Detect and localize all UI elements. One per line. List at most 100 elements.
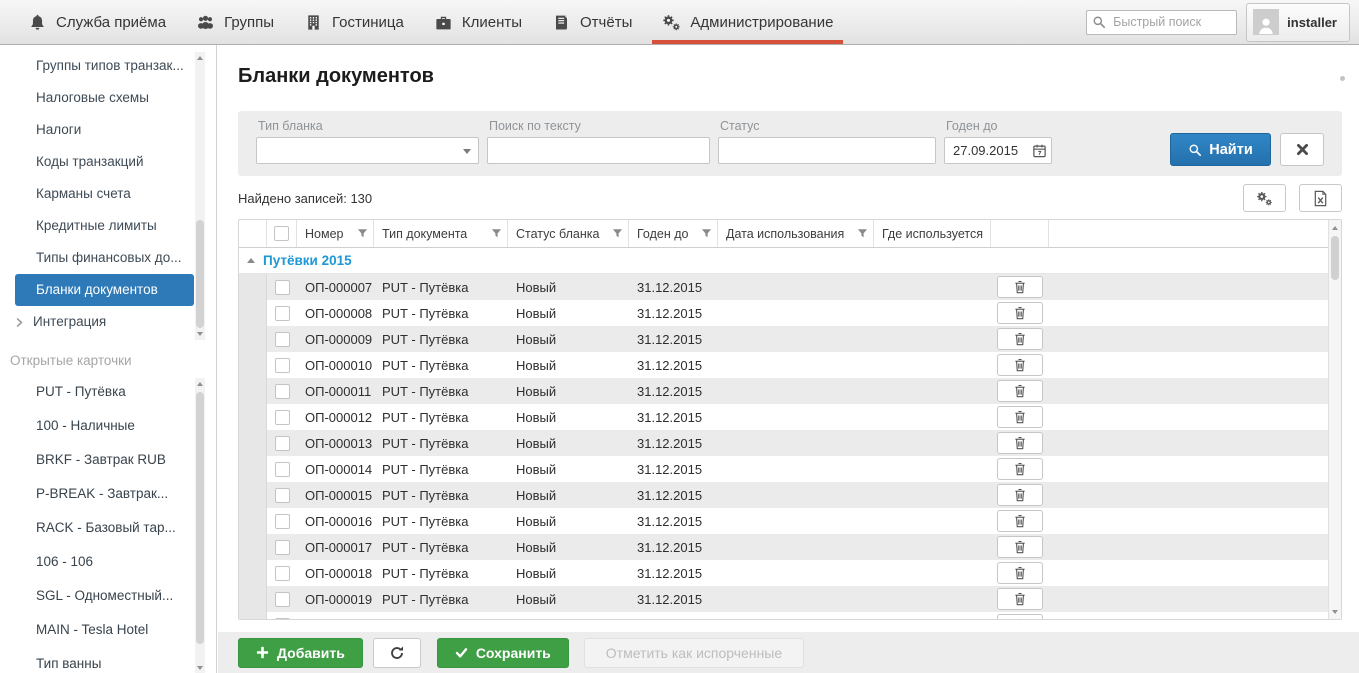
save-button[interactable]: Сохранить xyxy=(437,638,569,668)
grid-settings-button[interactable] xyxy=(1243,184,1286,212)
delete-row-button[interactable] xyxy=(997,536,1043,558)
user-menu[interactable]: installer xyxy=(1246,3,1350,42)
sidebar-item-integration[interactable]: Интеграция xyxy=(0,306,216,338)
filter-funnel-icon[interactable] xyxy=(853,228,868,239)
add-button[interactable]: Добавить xyxy=(238,638,363,668)
form-type-select[interactable] xyxy=(256,137,479,164)
open-card-put[interactable]: PUT - Путёвка xyxy=(0,375,216,409)
open-card-main[interactable]: MAIN - Tesla Hotel xyxy=(0,613,216,647)
delete-row-button[interactable] xyxy=(997,432,1043,454)
delete-row-button[interactable] xyxy=(997,588,1043,610)
open-card-rack[interactable]: RACK - Базовый тар... xyxy=(0,511,216,545)
refresh-button[interactable] xyxy=(373,638,421,668)
nav-item-reports[interactable]: Отчёты xyxy=(537,0,647,44)
sidebar-item-tax-schemes[interactable]: Налоговые схемы xyxy=(0,82,216,114)
nav-item-administration-active[interactable]: Администрирование xyxy=(647,0,848,44)
row-checkbox[interactable] xyxy=(275,332,290,347)
select-all-checkbox[interactable] xyxy=(274,226,289,241)
row-checkbox[interactable] xyxy=(275,566,290,581)
scrollbar-thumb[interactable] xyxy=(1331,236,1339,280)
table-row[interactable]: ОП-000010 PUT - Путёвка Новый 31.12.2015 xyxy=(239,352,1341,378)
export-excel-button[interactable] xyxy=(1299,184,1342,212)
delete-row-button[interactable] xyxy=(997,354,1043,376)
delete-row-button[interactable] xyxy=(997,380,1043,402)
scroll-up-icon[interactable] xyxy=(195,378,205,390)
table-row-partial[interactable] xyxy=(239,612,1341,620)
sidebar-scrollbar-top[interactable] xyxy=(195,52,205,340)
scroll-up-icon[interactable] xyxy=(195,52,205,64)
table-row[interactable]: ОП-000011 PUT - Путёвка Новый 31.12.2015 xyxy=(239,378,1341,404)
sidebar-item-financial-doc-types[interactable]: Типы финансовых до... xyxy=(0,242,216,274)
table-row[interactable]: ОП-000008 PUT - Путёвка Новый 31.12.2015 xyxy=(239,300,1341,326)
table-row[interactable]: ОП-000009 PUT - Путёвка Новый 31.12.2015 xyxy=(239,326,1341,352)
scroll-down-icon[interactable] xyxy=(1329,605,1341,618)
text-search-input[interactable] xyxy=(487,137,710,164)
table-row[interactable]: ОП-000007 PUT - Путёвка Новый 31.12.2015 xyxy=(239,274,1341,300)
row-checkbox[interactable] xyxy=(275,540,290,555)
delete-row-button[interactable] xyxy=(997,614,1043,620)
row-checkbox[interactable] xyxy=(275,436,290,451)
delete-row-button[interactable] xyxy=(997,484,1043,506)
find-button[interactable]: Найти xyxy=(1170,133,1271,166)
table-row[interactable]: ОП-000012 PUT - Путёвка Новый 31.12.2015 xyxy=(239,404,1341,430)
delete-row-button[interactable] xyxy=(997,562,1043,584)
open-card-106[interactable]: 106 - 106 xyxy=(0,545,216,579)
nav-item-groups[interactable]: Группы xyxy=(181,0,289,44)
row-checkbox[interactable] xyxy=(275,306,290,321)
scrollbar-thumb[interactable] xyxy=(196,220,204,328)
delete-row-button[interactable] xyxy=(997,276,1043,298)
calendar-icon[interactable] xyxy=(1032,143,1047,158)
delete-row-button[interactable] xyxy=(997,406,1043,428)
nav-item-hotel[interactable]: Гостиница xyxy=(289,0,419,44)
row-checkbox[interactable] xyxy=(275,462,290,477)
sidebar-item-taxes[interactable]: Налоги xyxy=(0,114,216,146)
quick-search-input[interactable] xyxy=(1086,10,1237,35)
table-row[interactable]: ОП-000013 PUT - Путёвка Новый 31.12.2015 xyxy=(239,430,1341,456)
filter-funnel-icon[interactable] xyxy=(608,228,623,239)
header-form-status[interactable]: Статус бланка xyxy=(508,220,629,247)
mark-spoiled-button-disabled[interactable]: Отметить как испорченные xyxy=(584,638,804,668)
open-card-sgl[interactable]: SGL - Одноместный... xyxy=(0,579,216,613)
open-card-100[interactable]: 100 - Наличные xyxy=(0,409,216,443)
header-number[interactable]: Номер xyxy=(297,220,374,247)
table-row[interactable]: ОП-000018 PUT - Путёвка Новый 31.12.2015 xyxy=(239,560,1341,586)
header-valid-until[interactable]: Годен до xyxy=(629,220,718,247)
open-card-bath-type[interactable]: Тип ванны xyxy=(0,647,216,673)
sidebar-item-credit-limits[interactable]: Кредитные лимиты xyxy=(0,210,216,242)
group-label[interactable]: Путёвки 2015 xyxy=(263,253,352,268)
scroll-down-icon[interactable] xyxy=(195,328,205,340)
table-row[interactable]: ОП-000016 PUT - Путёвка Новый 31.12.2015 xyxy=(239,508,1341,534)
row-checkbox[interactable] xyxy=(275,410,290,425)
nav-item-clients[interactable]: Клиенты xyxy=(419,0,537,44)
delete-row-button[interactable] xyxy=(997,328,1043,350)
row-checkbox[interactable] xyxy=(275,280,290,295)
row-checkbox[interactable] xyxy=(275,358,290,373)
table-row[interactable]: ОП-000015 PUT - Путёвка Новый 31.12.2015 xyxy=(239,482,1341,508)
delete-row-button[interactable] xyxy=(997,458,1043,480)
scroll-up-icon[interactable] xyxy=(1329,221,1341,234)
nav-item-front-desk[interactable]: Служба приёма xyxy=(13,0,181,44)
row-checkbox[interactable] xyxy=(275,384,290,399)
header-used-where[interactable]: Где используется xyxy=(874,220,991,247)
row-checkbox[interactable] xyxy=(275,618,290,621)
filter-funnel-icon[interactable] xyxy=(697,228,712,239)
table-row[interactable]: ОП-000014 PUT - Путёвка Новый 31.12.2015 xyxy=(239,456,1341,482)
header-doc-type[interactable]: Тип документа xyxy=(374,220,508,247)
row-checkbox[interactable] xyxy=(275,514,290,529)
row-checkbox[interactable] xyxy=(275,488,290,503)
filter-funnel-icon[interactable] xyxy=(353,228,368,239)
scroll-down-icon[interactable] xyxy=(195,662,205,673)
sidebar-item-transaction-codes[interactable]: Коды транзакций xyxy=(0,146,216,178)
sidebar-item-transaction-type-groups[interactable]: Группы типов транзак... xyxy=(0,50,216,82)
open-card-brkf[interactable]: BRKF - Завтрак RUB xyxy=(0,443,216,477)
delete-row-button[interactable] xyxy=(997,510,1043,532)
sidebar-item-account-pockets[interactable]: Карманы счета xyxy=(0,178,216,210)
table-row[interactable]: ОП-000017 PUT - Путёвка Новый 31.12.2015 xyxy=(239,534,1341,560)
open-card-p-break[interactable]: P-BREAK - Завтрак... xyxy=(0,477,216,511)
sidebar-scrollbar-bottom[interactable] xyxy=(195,378,205,673)
status-input[interactable] xyxy=(718,137,936,164)
filter-funnel-icon[interactable] xyxy=(487,228,502,239)
sidebar-item-document-forms-selected[interactable]: Бланки документов xyxy=(15,274,194,306)
header-usage-date[interactable]: Дата использования xyxy=(718,220,874,247)
grid-vertical-scrollbar[interactable] xyxy=(1328,220,1341,619)
